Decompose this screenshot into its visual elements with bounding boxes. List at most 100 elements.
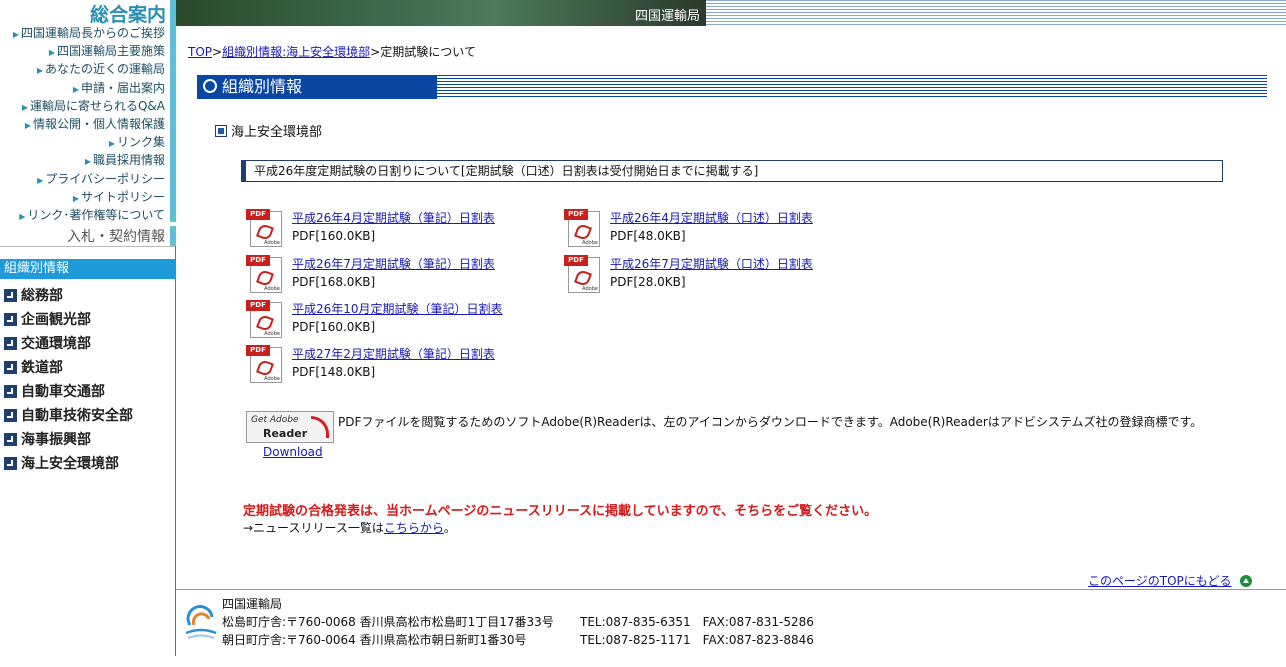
arrow-box-icon <box>4 456 17 470</box>
menu-item-links[interactable]: ▶ リンク集 <box>0 133 176 151</box>
pdf-link[interactable]: 平成26年4月定期試験（口述）日割表 <box>610 211 813 225</box>
menu-item-qa[interactable]: ▶ 運輸局に寄せられるQ&A <box>0 97 176 115</box>
pdf-item: PDF Adobe 平成26年4月定期試験（筆記）日割表 PDF[160.0KB] <box>246 209 495 247</box>
back-to-top: このページのTOPにもどる <box>1088 572 1252 589</box>
exam-result-notice: 定期試験の合格発表は、当ホームページのニュースリリースに掲載していますので、そち… <box>243 504 878 519</box>
dept-planning-tourism[interactable]: 企画観光部 <box>4 307 133 331</box>
section-title: 組織別情報 <box>222 77 303 96</box>
back-to-top-link[interactable]: このページのTOPにもどる <box>1088 572 1232 589</box>
menu-item-copyright[interactable]: ▶ リンク･著作権等について <box>0 206 176 224</box>
triangle-right-icon: ▶ <box>108 139 115 149</box>
pdf-size: PDF[48.0KB] <box>610 229 686 243</box>
header-banner-image: 四国運輸局 <box>176 0 706 26</box>
pdf-item: PDF Adobe 平成26年4月定期試験（口述）日割表 PDF[48.0KB] <box>564 209 813 247</box>
breadcrumb-current: 定期試験について <box>380 45 476 59</box>
pdf-item: PDF Adobe 平成27年2月定期試験（筆記）日割表 PDF[148.0KB] <box>246 345 495 383</box>
arrow-box-icon <box>4 432 17 446</box>
pdf-item: PDF Adobe 平成26年7月定期試験（筆記）日割表 PDF[168.0KB] <box>246 255 495 293</box>
department-list: 総務部 企画観光部 交通環境部 鉄道部 自動車交通部 自動車技術安全部 海事振興… <box>4 283 133 475</box>
sidebar-accent-bar <box>170 226 176 246</box>
pdf-link[interactable]: 平成26年7月定期試験（口述）日割表 <box>610 257 813 271</box>
sub-heading: 海上安全環境部 <box>215 121 322 140</box>
pdf-icon[interactable]: PDF Adobe <box>564 209 600 247</box>
sidebar-divider <box>175 246 176 656</box>
dept-general-affairs[interactable]: 総務部 <box>4 283 133 307</box>
pdf-size: PDF[160.0KB] <box>292 320 376 334</box>
pdf-size: PDF[148.0KB] <box>292 365 376 379</box>
news-release-link[interactable]: こちらから <box>384 521 444 535</box>
dept-marine-safety-env[interactable]: 海上安全環境部 <box>4 451 133 475</box>
arrow-box-icon <box>4 288 17 302</box>
section-header-title-area: 組織別情報 <box>197 75 437 99</box>
pdf-icon[interactable]: PDF Adobe <box>246 300 282 338</box>
arrow-box-icon <box>4 336 17 350</box>
pdf-item: PDF Adobe 平成26年7月定期試験（口述）日割表 PDF[28.0KB] <box>564 255 813 293</box>
pdf-icon[interactable]: PDF Adobe <box>246 209 282 247</box>
menu-item-privacy[interactable]: ▶ プライバシーポリシー <box>0 170 176 188</box>
pdf-icon[interactable]: PDF Adobe <box>564 255 600 293</box>
triangle-right-icon: ▶ <box>48 48 55 58</box>
menu-item-applications[interactable]: ▶ 申請・届出案内 <box>0 79 176 97</box>
dept-maritime-promotion[interactable]: 海事振興部 <box>4 427 133 451</box>
arrow-box-icon <box>4 312 17 326</box>
breadcrumb-section-link[interactable]: 組織別情報:海上安全環境部 <box>222 45 370 59</box>
bid-info-link[interactable]: 入札・契約情報 <box>0 226 176 246</box>
pdf-item: PDF Adobe 平成26年10月定期試験（筆記）日割表 PDF[160.0KB] <box>246 300 503 338</box>
pdf-link[interactable]: 平成26年7月定期試験（筆記）日割表 <box>292 257 495 271</box>
pdf-link[interactable]: 平成26年10月定期試験（筆記）日割表 <box>292 302 503 316</box>
menu-item-recruit[interactable]: ▶ 職員採用情報 <box>0 151 176 169</box>
dept-auto-transport[interactable]: 自動車交通部 <box>4 379 133 403</box>
pdf-icon[interactable]: PDF Adobe <box>246 255 282 293</box>
dept-railway[interactable]: 鉄道部 <box>4 355 133 379</box>
arrow-box-icon <box>4 408 17 422</box>
arrow-box-icon <box>4 384 17 398</box>
section-header-stripes <box>437 75 1267 99</box>
triangle-right-icon: ▶ <box>72 193 79 203</box>
square-bullet-icon <box>215 124 227 137</box>
dept-auto-tech-safety[interactable]: 自動車技術安全部 <box>4 403 133 427</box>
footer-phone: TEL:087-835-6351 FAX:087-831-5286 <box>580 615 814 629</box>
footer-office: 松島町庁舎:〒760-0068 香川県高松市松島町1丁目17番33号 <box>222 615 554 629</box>
adobe-download-link[interactable]: Download <box>263 445 323 459</box>
get-adobe-reader-button[interactable]: Get Adobe Reader <box>246 411 334 443</box>
menu-item-nearby[interactable]: ▶ あなたの近くの運輸局 <box>0 60 176 78</box>
adobe-reader-note: PDFファイルを閲覧するためのソフトAdobe(R)Readerは、左のアイコン… <box>338 415 1203 429</box>
arrow-up-icon[interactable] <box>1239 574 1252 587</box>
menu-item-disclosure[interactable]: ▶ 情報公開・個人情報保護 <box>0 115 176 133</box>
triangle-right-icon: ▶ <box>72 84 79 94</box>
menu-item-site-policy[interactable]: ▶ サイトポリシー <box>0 188 176 206</box>
triangle-right-icon: ▶ <box>12 30 19 39</box>
pdf-icon[interactable]: PDF Adobe <box>246 345 282 383</box>
footer-org: 四国運輸局 <box>222 597 283 611</box>
adobe-reader-box: Get Adobe Reader Download <box>246 411 334 459</box>
org-info-title[interactable]: 組織別情報 <box>0 259 176 279</box>
triangle-right-icon: ▶ <box>37 175 44 185</box>
triangle-right-icon: ▶ <box>19 211 26 221</box>
menu-item-greeting[interactable]: ▶ 四国運輸局長からのご挨拶 <box>0 24 176 42</box>
header-stripes <box>706 0 1286 26</box>
circle-icon <box>203 79 217 93</box>
pdf-size: PDF[160.0KB] <box>292 229 376 243</box>
bureau-logo-icon <box>185 605 217 639</box>
arrow-box-icon <box>4 360 17 374</box>
guide-menu: ▶ 四国運輸局長からのご挨拶 ▶ 四国運輸局主要施策 ▶ あなたの近くの運輸局 ▶ 申請… <box>0 24 176 224</box>
footer-divider <box>176 589 1286 590</box>
breadcrumb-top-link[interactable]: TOP <box>188 45 212 59</box>
pdf-link[interactable]: 平成27年2月定期試験（筆記）日割表 <box>292 347 495 361</box>
triangle-right-icon: ▶ <box>21 102 28 112</box>
divider <box>0 246 176 247</box>
menu-item-policies[interactable]: ▶ 四国運輸局主要施策 <box>0 42 176 60</box>
pdf-link[interactable]: 平成26年4月定期試験（筆記）日割表 <box>292 211 495 225</box>
triangle-right-icon: ▶ <box>84 157 91 167</box>
dept-transport-env[interactable]: 交通環境部 <box>4 331 133 355</box>
footer-office: 朝日町庁舎:〒760-0064 香川県高松市朝日新町1番30号 <box>222 633 527 647</box>
sidebar: 総合案内 ▶ 四国運輸局長からのご挨拶 ▶ 四国運輸局主要施策 ▶ あなたの近くの運輸… <box>0 0 176 667</box>
breadcrumb: TOP>組織別情報:海上安全環境部>定期試験について <box>188 45 476 59</box>
news-release-line: →ニュースリリース一覧はこちらから。 <box>243 521 456 535</box>
section-header: 組織別情報 <box>197 75 1267 99</box>
triangle-right-icon: ▶ <box>36 66 43 76</box>
pdf-size: PDF[28.0KB] <box>610 275 686 289</box>
triangle-right-icon: ▶ <box>24 120 31 130</box>
adobe-logo-icon <box>311 416 329 438</box>
footer-phone: TEL:087-825-1171 FAX:087-823-8846 <box>580 633 814 647</box>
